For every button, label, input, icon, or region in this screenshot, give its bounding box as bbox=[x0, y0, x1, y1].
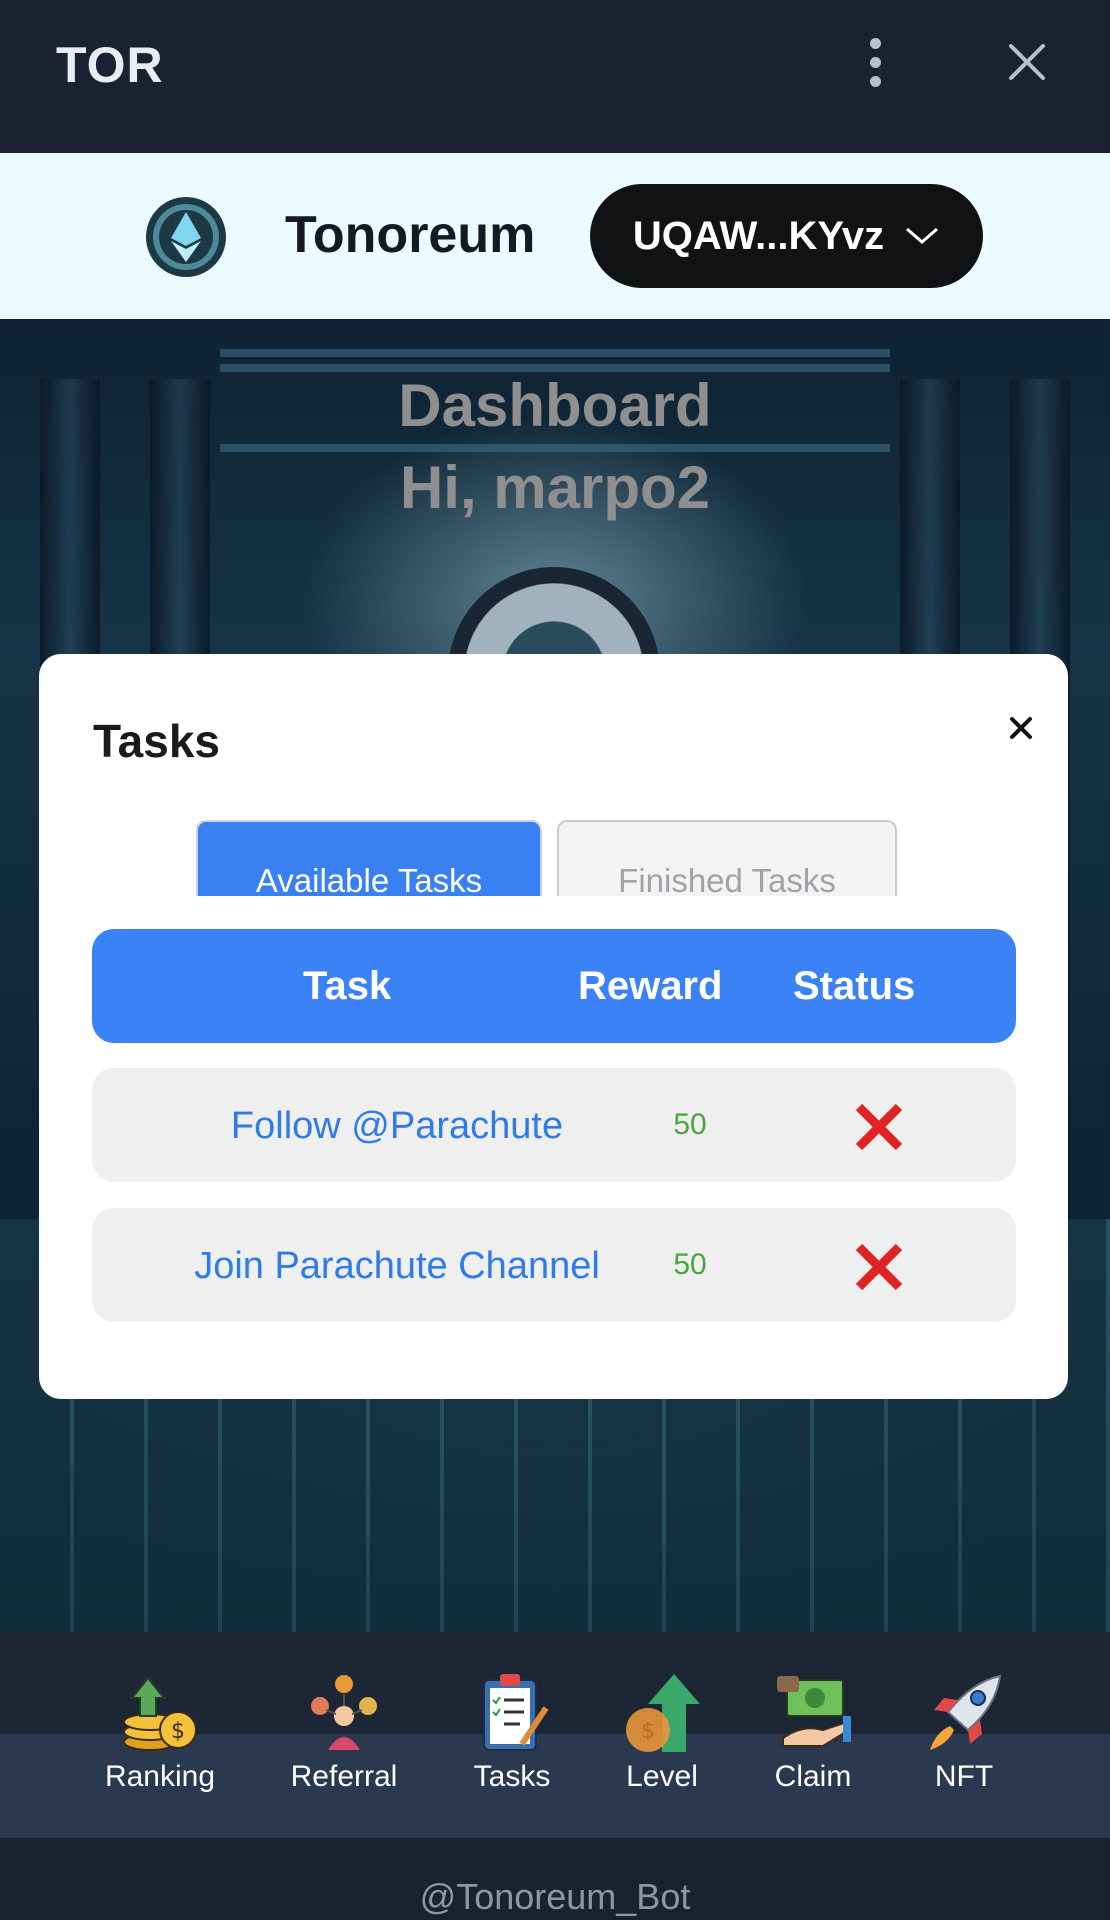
bottom-nav: $ Ranking Referral Tasks $ Level Claim N… bbox=[0, 1632, 1110, 1838]
dashboard-title: Dashboard bbox=[398, 372, 712, 439]
nav-label-tasks: Tasks bbox=[473, 1760, 551, 1793]
nav-label-nft: NFT bbox=[934, 1760, 994, 1793]
nav-label-ranking: Ranking bbox=[104, 1760, 216, 1793]
rocket-icon bbox=[930, 1674, 1002, 1750]
column-header-status: Status bbox=[793, 964, 916, 1008]
claim-money-hand-icon bbox=[777, 1676, 851, 1747]
level-up-arrow-icon: $ bbox=[626, 1674, 700, 1752]
nav-label-level: Level bbox=[626, 1760, 698, 1793]
task-reward: 50 bbox=[673, 1108, 707, 1141]
nav-item-level[interactable]: $ Level bbox=[592, 1672, 732, 1822]
referral-people-icon bbox=[311, 1675, 377, 1750]
chevron-down-icon bbox=[906, 227, 939, 244]
wallet-dropdown-button[interactable]: UQAW...KYvz bbox=[590, 184, 983, 288]
wallet-address: UQAW...KYvz bbox=[632, 213, 885, 258]
tasks-modal: Tasks Available Tasks Finished Tasks Tas… bbox=[39, 654, 1068, 1399]
task-name-link[interactable]: Follow @Parachute bbox=[92, 1105, 702, 1148]
ranking-coins-icon: $ bbox=[123, 1676, 197, 1751]
column-header-reward: Reward bbox=[578, 964, 723, 1008]
top-bar: TOR bbox=[0, 0, 1110, 153]
status-not-completed-icon bbox=[855, 1103, 903, 1151]
window-title: TOR bbox=[56, 37, 164, 93]
bot-handle-footer[interactable]: @Tonoreum_Bot bbox=[0, 1838, 1110, 1920]
nav-label-claim: Claim bbox=[774, 1760, 852, 1793]
nav-item-nft[interactable]: NFT bbox=[894, 1672, 1034, 1822]
tab-available-tasks[interactable]: Available Tasks bbox=[196, 820, 542, 896]
clipboard-tasks-icon bbox=[483, 1674, 549, 1751]
task-reward: 50 bbox=[673, 1248, 707, 1281]
task-name-link[interactable]: Join Parachute Channel bbox=[92, 1245, 702, 1288]
tasks-table-header: Task Reward Status bbox=[92, 929, 1016, 1043]
modal-title: Tasks bbox=[93, 715, 221, 767]
tonoreum-logo-icon bbox=[146, 197, 226, 277]
status-not-completed-icon bbox=[855, 1243, 903, 1291]
tab-finished-tasks[interactable]: Finished Tasks bbox=[557, 820, 897, 896]
nav-item-referral[interactable]: Referral bbox=[274, 1672, 414, 1822]
nav-item-claim[interactable]: Claim bbox=[743, 1672, 883, 1822]
svg-text:$: $ bbox=[171, 1719, 185, 1744]
nav-label-referral: Referral bbox=[290, 1760, 398, 1793]
app-header: Tonoreum UQAW...KYvz bbox=[0, 153, 1110, 319]
brand-name: Tonoreum bbox=[285, 206, 536, 264]
column-header-task: Task bbox=[303, 964, 392, 1008]
task-row[interactable]: Follow @Parachute 50 bbox=[92, 1068, 1016, 1182]
task-row[interactable]: Join Parachute Channel 50 bbox=[92, 1208, 1016, 1322]
dashboard-greeting: Hi, marpo2 bbox=[399, 454, 711, 521]
more-options-icon[interactable] bbox=[862, 36, 888, 90]
nav-item-tasks[interactable]: Tasks bbox=[442, 1672, 582, 1822]
close-modal-icon[interactable] bbox=[1003, 710, 1039, 746]
nav-item-ranking[interactable]: $ Ranking bbox=[90, 1672, 230, 1822]
svg-text:$: $ bbox=[641, 1719, 655, 1744]
close-icon[interactable] bbox=[1005, 40, 1049, 84]
